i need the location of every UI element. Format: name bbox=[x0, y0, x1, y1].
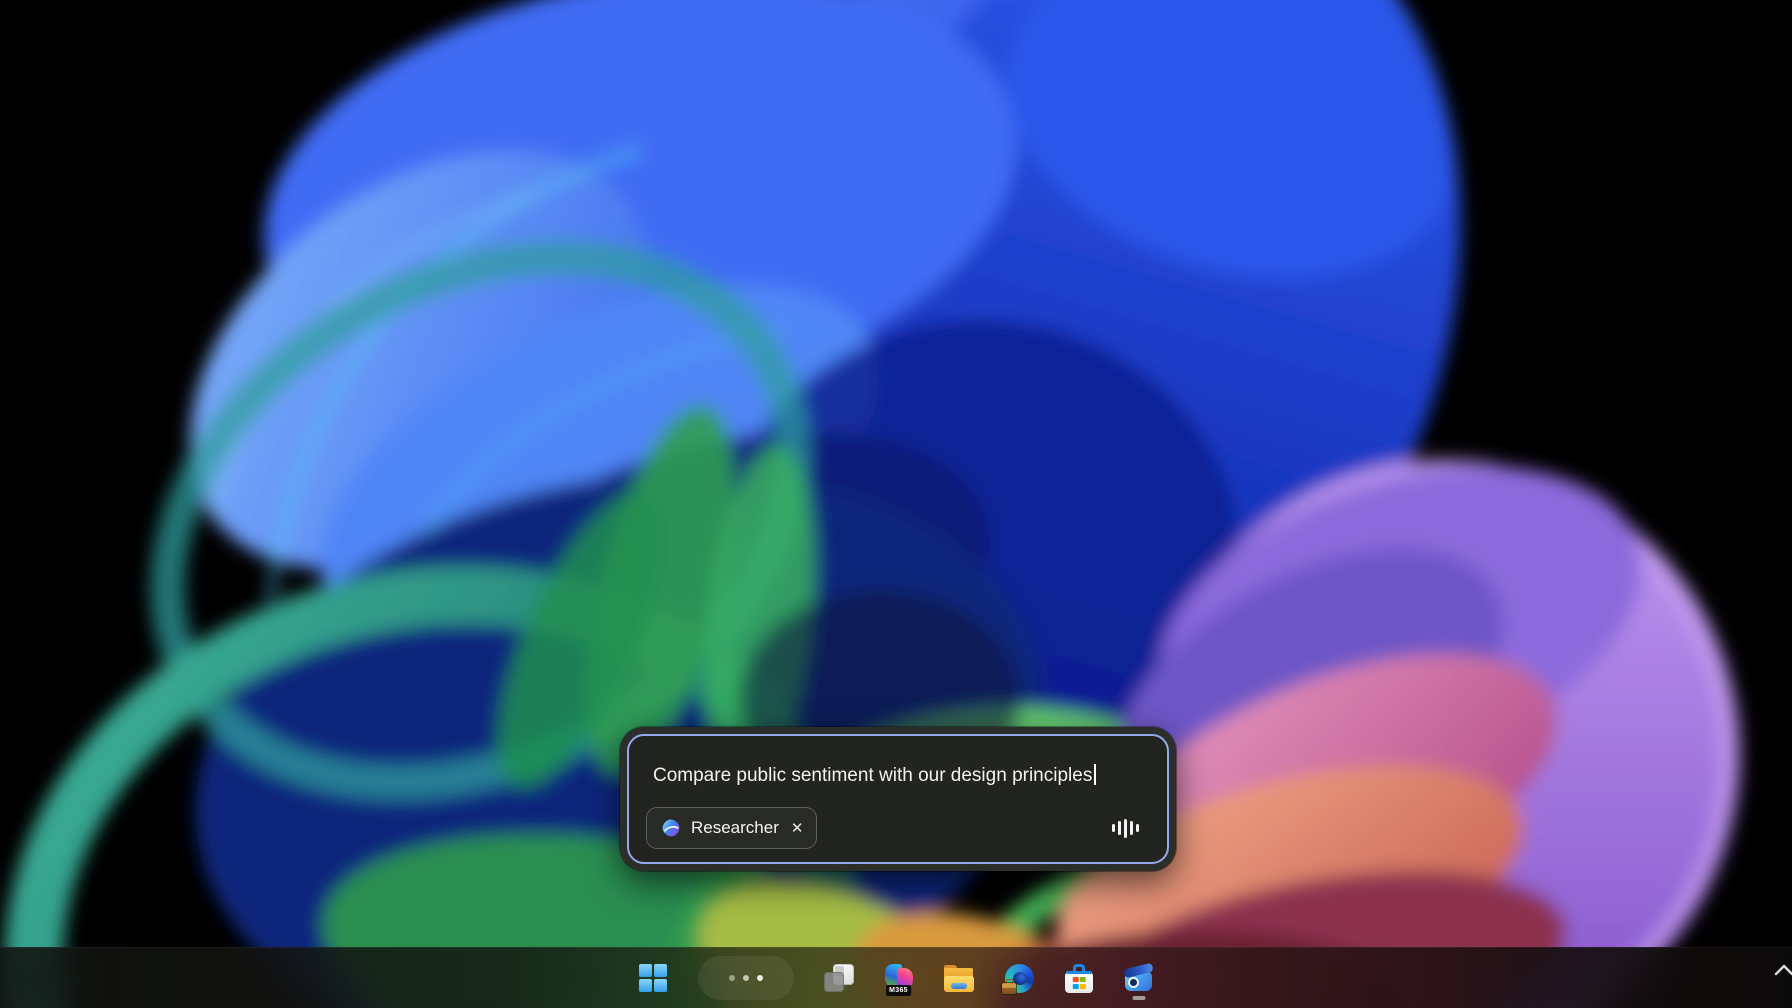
copilot-researcher-icon bbox=[660, 817, 682, 839]
text-caret bbox=[1094, 764, 1096, 785]
chevron-up-icon bbox=[1774, 963, 1792, 977]
microsoft-store-button[interactable] bbox=[1064, 954, 1094, 1002]
ellipsis-dot bbox=[757, 975, 763, 981]
running-app-indicator bbox=[1133, 996, 1146, 1000]
edge-browser-button[interactable] bbox=[1004, 954, 1034, 1002]
store-bag-icon bbox=[1065, 964, 1093, 993]
show-hidden-icons-button[interactable] bbox=[1774, 963, 1792, 977]
command-box-bottom-row: Researcher ✕ bbox=[646, 807, 1139, 849]
blue-camera-icon bbox=[1124, 963, 1154, 993]
waveform-bar bbox=[1112, 824, 1115, 832]
m365-badge: M365 bbox=[886, 985, 911, 996]
taskbar-overflow-pill[interactable] bbox=[698, 956, 794, 1000]
copilot-command-box: Compare public sentiment with our design… bbox=[620, 727, 1176, 871]
start-button[interactable] bbox=[638, 954, 668, 1002]
file-explorer-button[interactable] bbox=[944, 954, 974, 1002]
command-input-surface[interactable]: Compare public sentiment with our design… bbox=[627, 734, 1169, 864]
overlapping-windows-icon bbox=[824, 963, 854, 993]
query-text: Compare public sentiment with our design… bbox=[653, 765, 1092, 786]
waveform-bar bbox=[1118, 821, 1121, 835]
chip-close-icon[interactable]: ✕ bbox=[791, 821, 804, 836]
agent-chip-label: Researcher bbox=[691, 818, 779, 838]
yellow-folder-icon bbox=[944, 965, 974, 992]
taskbar: M365 bbox=[0, 947, 1792, 1008]
m365-copilot-icon: M365 bbox=[884, 963, 914, 993]
taskbar-icon-group: M365 bbox=[638, 954, 1154, 1002]
voice-input-button[interactable] bbox=[1112, 815, 1139, 841]
m365-copilot-button[interactable]: M365 bbox=[884, 954, 914, 1002]
waveform-bar bbox=[1136, 824, 1139, 832]
waveform-bar bbox=[1130, 821, 1133, 835]
command-query-text[interactable]: Compare public sentiment with our design… bbox=[653, 764, 1143, 788]
camera-app-button[interactable] bbox=[1124, 954, 1154, 1002]
task-view-button[interactable] bbox=[824, 954, 854, 1002]
edge-swirl-icon bbox=[1005, 964, 1034, 993]
waveform-bar bbox=[1124, 819, 1127, 838]
ellipsis-dot bbox=[729, 975, 735, 981]
briefcase-badge-icon bbox=[1002, 983, 1016, 994]
researcher-agent-chip[interactable]: Researcher ✕ bbox=[646, 807, 817, 849]
desktop: Compare public sentiment with our design… bbox=[0, 0, 1792, 1008]
ellipsis-dot bbox=[743, 975, 749, 981]
windows-logo-icon bbox=[639, 964, 667, 992]
